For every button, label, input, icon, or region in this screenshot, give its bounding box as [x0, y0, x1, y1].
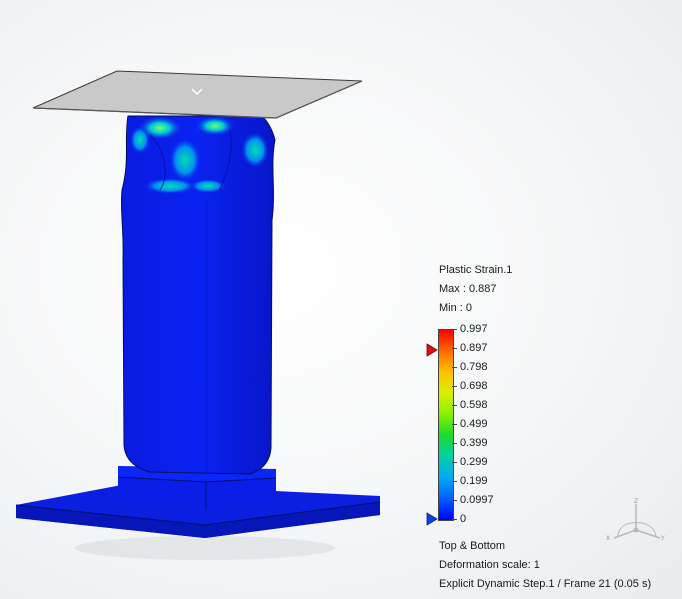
floor-shadow [75, 536, 335, 560]
legend-tick-mark [452, 386, 457, 387]
legend-tick-label: 0.299 [460, 456, 488, 468]
step-frame-label: Explicit Dynamic Step.1 / Frame 21 (0.05… [439, 578, 652, 590]
legend-tick-mark [452, 348, 457, 349]
legend-tick-label: 0.698 [460, 380, 488, 392]
deformed-column[interactable] [120, 115, 276, 475]
legend-tick-mark [452, 519, 457, 520]
legend-title: Plastic Strain.1 [439, 264, 513, 276]
legend-tick-label: 0.897 [460, 342, 488, 354]
triad-z-label: Z [634, 498, 638, 505]
graphics-viewport[interactable] [0, 0, 682, 599]
legend-tick-mark [452, 500, 457, 501]
legend-tick-label: 0.798 [460, 361, 488, 373]
legend-min-value: Min : 0 [439, 302, 473, 314]
legend-tick-label: 0.0997 [460, 494, 494, 506]
legend-tick-label: 0.499 [460, 418, 488, 430]
legend-tick-label: 0.997 [460, 323, 488, 335]
legend-tick-mark [452, 462, 457, 463]
orientation-triad[interactable]: Z X Y [604, 496, 668, 544]
legend-tick-label: 0.598 [460, 399, 488, 411]
legend-tick-mark [452, 424, 457, 425]
legend-colorbar[interactable] [438, 329, 454, 521]
legend-tick-mark [452, 367, 457, 368]
legend-tick-label: 0 [460, 513, 467, 525]
legend-max-marker [426, 343, 438, 357]
legend-tick-label: 0.399 [460, 437, 488, 449]
triad-x-label: X [606, 535, 610, 542]
triad-y-label: Y [660, 535, 665, 542]
legend-tick-mark [452, 443, 457, 444]
legend-tick-mark [452, 405, 457, 406]
legend-max-value: Max : 0.887 [439, 283, 497, 295]
legend-tick-mark [452, 329, 457, 330]
legend-tick-mark [452, 481, 457, 482]
legend-min-marker [426, 512, 438, 526]
legend-tick-label: 0.199 [460, 475, 488, 487]
deformation-scale-label: Deformation scale: 1 [439, 559, 540, 571]
top-rigid-plate[interactable] [32, 70, 363, 119]
plot-label: Top & Bottom [439, 540, 506, 552]
